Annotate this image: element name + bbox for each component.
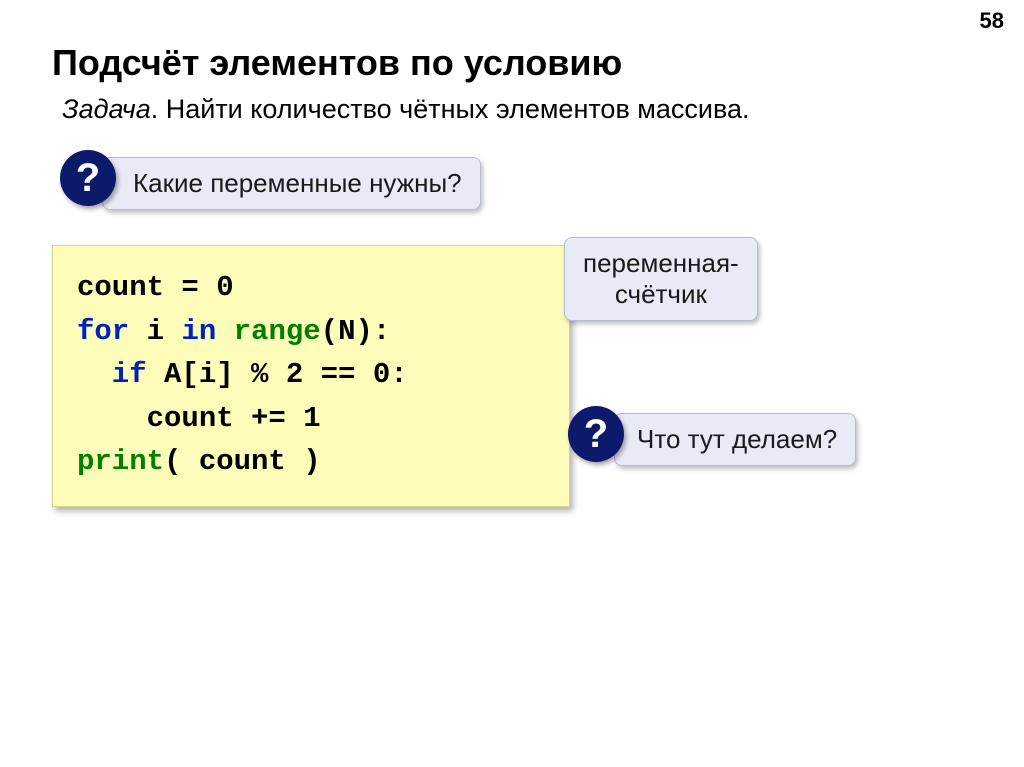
code-function: range bbox=[216, 315, 320, 348]
task-label: Задача bbox=[62, 94, 151, 124]
code-line-4: count += 1 bbox=[77, 397, 545, 441]
code-line-2: for i in range(N): bbox=[77, 310, 545, 354]
callout-1-text: Какие переменные нужны? bbox=[133, 168, 462, 198]
code-text: A[i] % 2 == 0: bbox=[147, 358, 408, 391]
task-text: . Найти количество чётных элементов масс… bbox=[151, 94, 750, 124]
callout-variables-needed: Какие переменные нужны? bbox=[102, 157, 481, 210]
callout-counter-variable: переменная- счётчик bbox=[564, 237, 758, 321]
question-mark-icon: ? bbox=[60, 150, 116, 206]
task-line: Задача. Найти количество чётных элементо… bbox=[62, 94, 750, 125]
callout-3-text: Что тут делаем? bbox=[637, 424, 837, 454]
question-mark-icon: ? bbox=[568, 406, 624, 462]
code-block: count = 0 for i in range(N): if A[i] % 2… bbox=[52, 245, 570, 507]
callout-2-line2: счётчик bbox=[615, 279, 707, 309]
code-keyword: in bbox=[181, 315, 216, 348]
slide-title: Подсчёт элементов по условию bbox=[52, 42, 622, 84]
code-keyword: for bbox=[77, 315, 129, 348]
code-text: ( count ) bbox=[164, 445, 321, 478]
code-text: count += 1 bbox=[77, 402, 321, 435]
code-line-3: if A[i] % 2 == 0: bbox=[77, 353, 545, 397]
callout-2-line1: переменная- bbox=[583, 248, 739, 278]
code-function: print bbox=[77, 445, 164, 478]
code-text: count = 0 bbox=[77, 271, 234, 304]
code-keyword: if bbox=[77, 358, 147, 391]
code-line-1: count = 0 bbox=[77, 266, 545, 310]
code-text: i bbox=[129, 315, 181, 348]
code-line-5: print( count ) bbox=[77, 440, 545, 484]
callout-what-doing: Что тут делаем? bbox=[614, 413, 856, 466]
code-text: (N): bbox=[321, 315, 391, 348]
page-number: 58 bbox=[980, 8, 1004, 34]
